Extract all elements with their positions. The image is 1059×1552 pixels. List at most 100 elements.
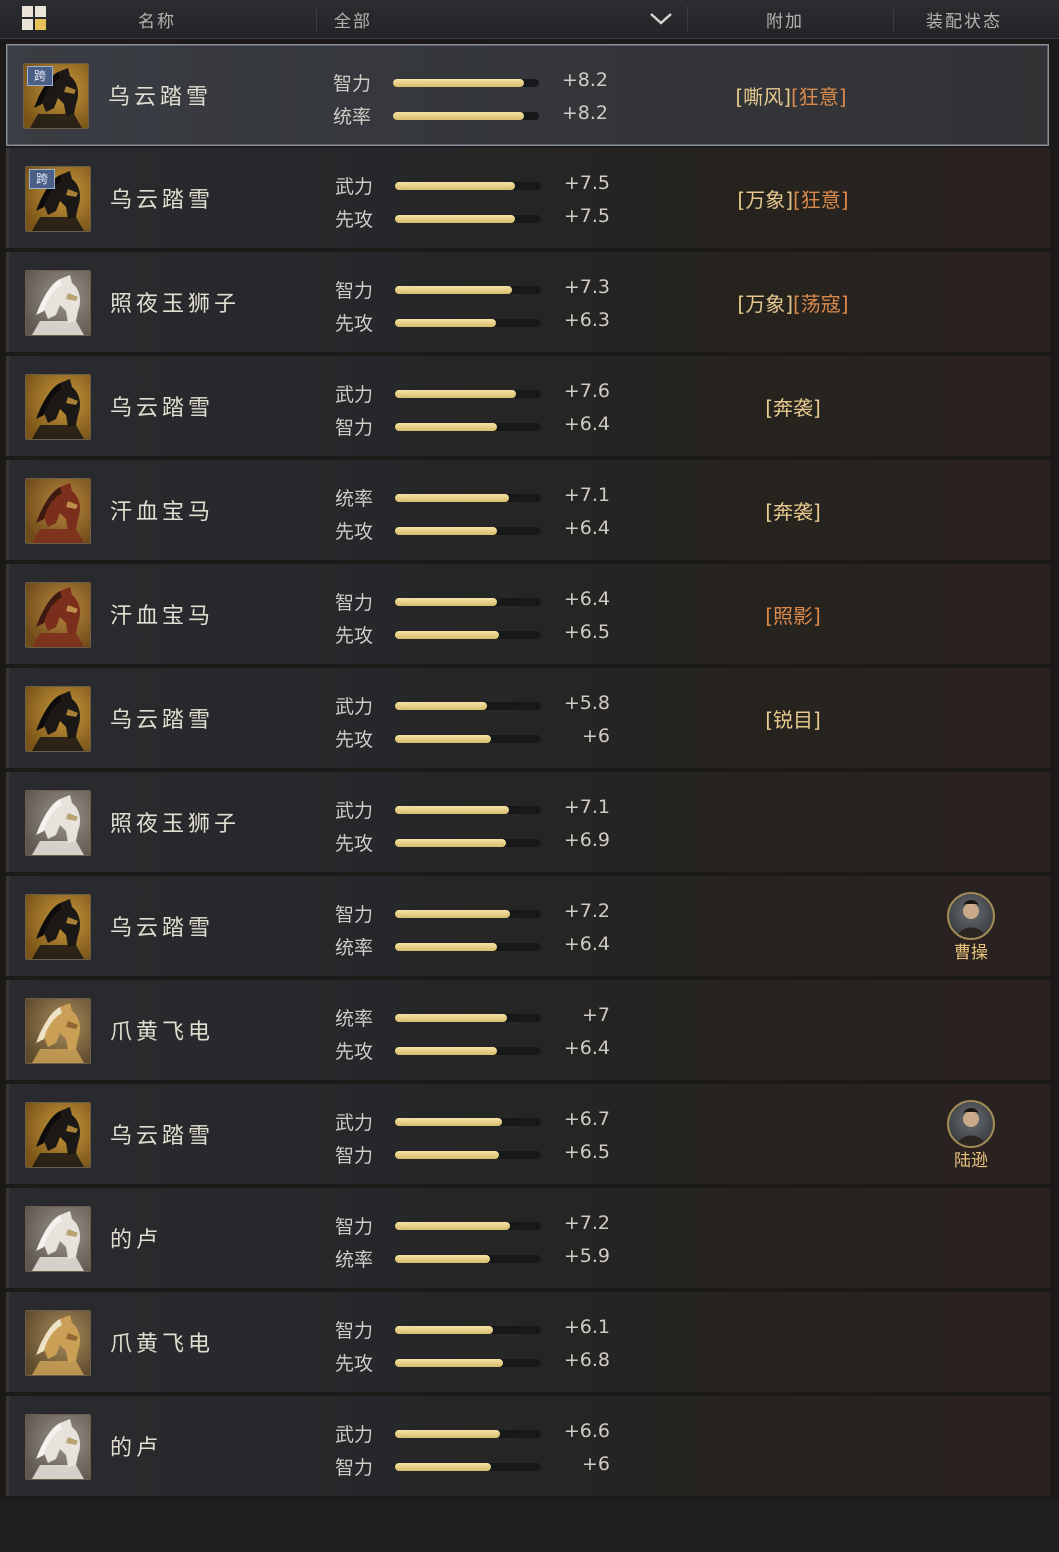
trait-tag[interactable]: [狂意] — [791, 85, 847, 109]
horse-row[interactable]: 爪黄飞电 智力 +6.1 先攻 +6.8 — [6, 1292, 1050, 1392]
trait-tag[interactable]: [狂意] — [793, 188, 849, 212]
horse-row[interactable]: 的卢 智力 +7.2 统率 +5.9 — [6, 1188, 1050, 1288]
stat-bar — [395, 806, 541, 814]
horse-row[interactable]: 跨乌云踏雪 智力 +8.2 统率 +8.2 [嘶风][狂意] — [6, 44, 1049, 146]
horse-name: 的卢 — [110, 1228, 163, 1253]
horse-row[interactable]: 汗血宝马 智力 +6.4 先攻 +6.5 [照影] — [6, 564, 1050, 664]
column-header-status[interactable]: 装配状态 — [926, 7, 1002, 32]
horse-name: 乌云踏雪 — [110, 188, 215, 213]
general-avatar — [947, 1100, 995, 1148]
column-header-name[interactable]: 名称 — [138, 7, 176, 32]
stat-value: +7.2 — [563, 1212, 610, 1234]
stat-bar-fill — [395, 735, 491, 743]
horse-icon — [26, 479, 90, 543]
chevron-down-icon[interactable] — [647, 8, 675, 28]
horse-portrait — [25, 582, 91, 648]
horse-icon — [26, 271, 90, 335]
stat-label: 智力 — [333, 73, 372, 95]
stat-value: +5.9 — [563, 1245, 610, 1267]
horse-name: 乌云踏雪 — [108, 85, 213, 110]
horse-icon — [26, 1103, 90, 1167]
trait-list: [奔袭] — [593, 496, 993, 525]
horse-row[interactable]: 爪黄飞电 统率 +7 先攻 +6.4 — [6, 980, 1050, 1080]
stat-value: +6.6 — [563, 1420, 610, 1442]
trait-tag[interactable]: [嘶风] — [735, 85, 791, 109]
stat-bar-fill — [395, 1359, 503, 1367]
stat-bar-fill — [395, 702, 487, 710]
equipped-general[interactable]: 陆逊 — [945, 1100, 997, 1171]
stat-bar — [393, 112, 539, 120]
stat-bar — [395, 1118, 541, 1126]
horse-name: 乌云踏雪 — [110, 396, 215, 421]
horse-row[interactable]: 汗血宝马 统率 +7.1 先攻 +6.4 [奔袭] — [6, 460, 1050, 560]
stat-bar-fill — [395, 1222, 510, 1230]
horse-row[interactable]: 照夜玉狮子 智力 +7.3 先攻 +6.3 [万象][荡寇] — [6, 252, 1050, 352]
trait-tag[interactable]: [奔袭] — [765, 396, 821, 420]
horse-portrait — [25, 1310, 91, 1376]
stat-bar-fill — [393, 112, 524, 120]
stat-label: 武力 — [335, 800, 374, 822]
stat-bar-fill — [395, 494, 509, 502]
stat-label: 智力 — [335, 1320, 374, 1342]
trait-list: [万象][狂意] — [593, 184, 993, 213]
horse-row[interactable]: 跨乌云踏雪 武力 +7.5 先攻 +7.5 [万象][狂意] — [6, 148, 1050, 248]
stat-bar-fill — [395, 1014, 507, 1022]
layout-toggle-icon[interactable] — [22, 6, 48, 32]
stat-label: 智力 — [335, 1145, 374, 1167]
stat-label: 统率 — [335, 937, 374, 959]
trait-tag[interactable]: [荡寇] — [793, 292, 849, 316]
horse-icon — [26, 375, 90, 439]
horse-icon — [26, 687, 90, 751]
header-divider — [316, 6, 317, 32]
filter-dropdown-value[interactable]: 全部 — [334, 7, 372, 32]
horse-row[interactable]: 乌云踏雪 武力 +6.7 智力 +6.5 陆逊 — [6, 1084, 1050, 1184]
horse-row[interactable]: 乌云踏雪 武力 +5.8 先攻 +6 [锐目] — [6, 668, 1050, 768]
header-divider — [687, 6, 688, 32]
horse-row[interactable]: 的卢 武力 +6.6 智力 +6 — [6, 1396, 1050, 1496]
trait-list: [照影] — [593, 600, 993, 629]
stat-bar — [395, 1463, 541, 1471]
horse-name: 爪黄飞电 — [110, 1332, 215, 1357]
horse-row[interactable]: 乌云踏雪 武力 +7.6 智力 +6.4 [奔袭] — [6, 356, 1050, 456]
stat-bar — [395, 1222, 541, 1230]
equipped-general[interactable]: 曹操 — [945, 892, 997, 963]
stat-value: +6.4 — [563, 933, 610, 955]
horse-portrait — [25, 1102, 91, 1168]
stat-label: 智力 — [335, 1216, 374, 1238]
stat-bar — [395, 702, 541, 710]
horse-row[interactable]: 照夜玉狮子 武力 +7.1 先攻 +6.9 — [6, 772, 1050, 872]
stat-bar — [395, 1151, 541, 1159]
stat-bar — [395, 494, 541, 502]
trait-tag[interactable]: [锐目] — [765, 708, 821, 732]
horse-icon — [26, 791, 90, 855]
stat-bar — [395, 735, 541, 743]
stat-bar — [395, 390, 541, 398]
stat-value: +7.1 — [563, 796, 610, 818]
stat-bar — [395, 215, 541, 223]
horse-portrait — [25, 270, 91, 336]
stat-bar — [395, 423, 541, 431]
trait-tag[interactable]: [照影] — [765, 604, 821, 628]
header-divider — [893, 6, 894, 32]
stat-bar-fill — [395, 215, 515, 223]
stat-value: +7.2 — [563, 900, 610, 922]
horse-portrait — [25, 894, 91, 960]
stat-bar-fill — [395, 1463, 491, 1471]
stat-value: +6.8 — [563, 1349, 610, 1371]
horse-row[interactable]: 乌云踏雪 智力 +7.2 统率 +6.4 曹操 — [6, 876, 1050, 976]
stat-label: 先攻 — [335, 313, 374, 335]
stat-label: 武力 — [335, 384, 374, 406]
stat-value: +6.9 — [563, 829, 610, 851]
stat-label: 统率 — [335, 1008, 374, 1030]
stat-bar — [395, 839, 541, 847]
general-name: 曹操 — [954, 943, 988, 963]
stat-bar-fill — [395, 806, 509, 814]
trait-tag[interactable]: [万象] — [737, 292, 793, 316]
column-header-extra[interactable]: 附加 — [766, 7, 804, 32]
stat-label: 武力 — [335, 176, 374, 198]
stat-label: 智力 — [335, 592, 374, 614]
horse-portrait: 跨 — [25, 166, 91, 232]
trait-tag[interactable]: [奔袭] — [765, 500, 821, 524]
trait-tag[interactable]: [万象] — [737, 188, 793, 212]
stat-bar — [395, 1047, 541, 1055]
